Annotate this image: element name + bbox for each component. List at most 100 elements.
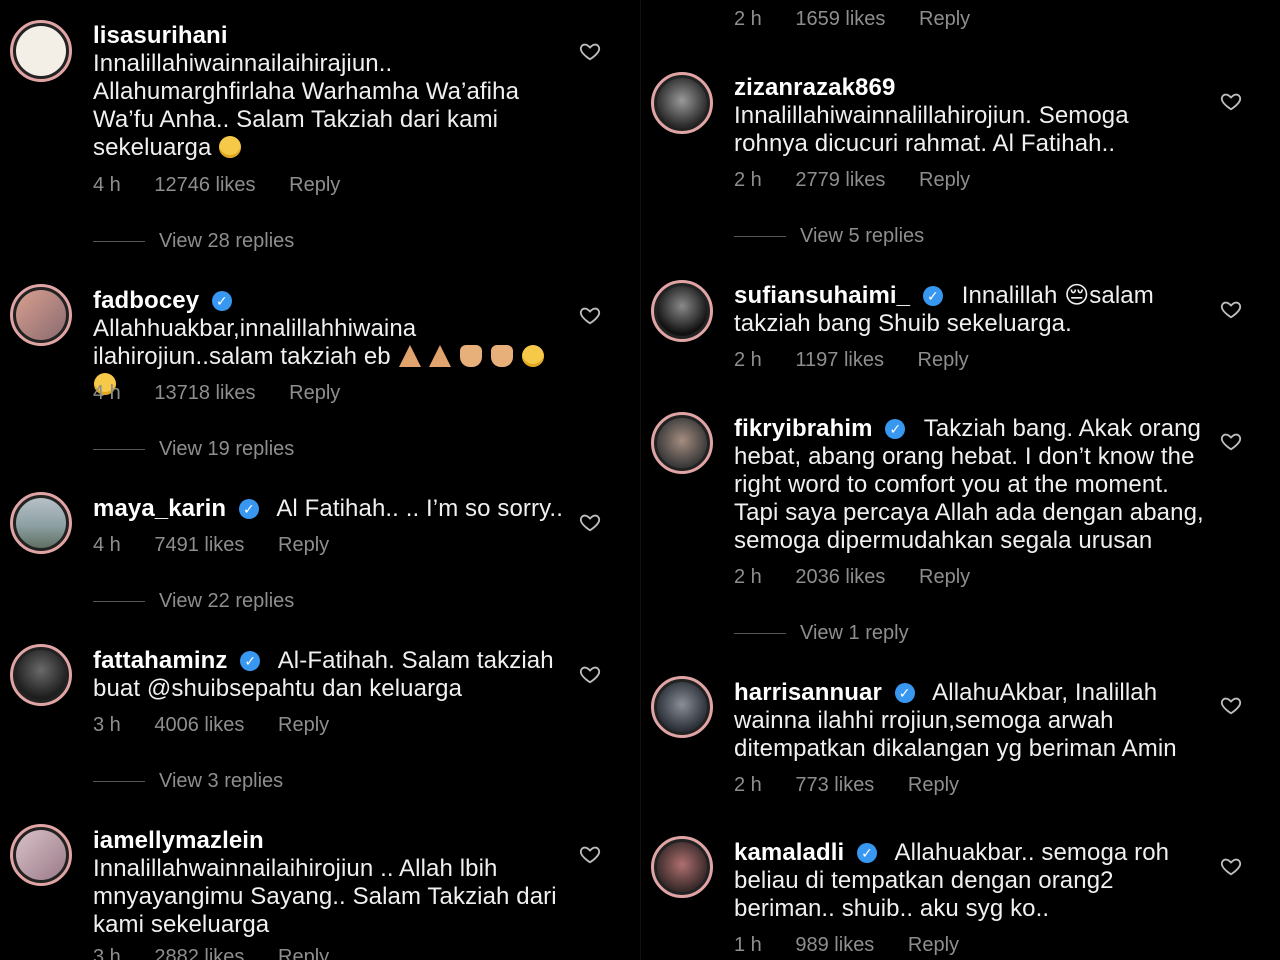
left-comment-column: lisasurihani Innalillahiwainnailaihiraji…: [0, 0, 640, 960]
reply-button[interactable]: Reply: [919, 169, 970, 191]
view-replies-link[interactable]: View 19 replies: [93, 438, 294, 461]
comment-time: 2 h: [734, 774, 762, 796]
heart-outline-icon[interactable]: [1220, 430, 1242, 452]
heart-outline-icon[interactable]: [1220, 298, 1242, 320]
reply-button[interactable]: Reply: [289, 382, 340, 404]
comment-meta: 2 h 773 likes Reply: [734, 774, 987, 797]
heart-outline-icon[interactable]: [579, 304, 601, 326]
comment-time: 4 h: [93, 534, 121, 556]
avatar-iamellymazlein[interactable]: [10, 824, 72, 886]
comment-username[interactable]: lisasurihani: [93, 22, 228, 49]
comment-body: lisasurihani Innalillahiwainnailaihiraji…: [93, 22, 563, 162]
avatar-lisasurihani[interactable]: [10, 20, 72, 82]
comment-meta: 2 h 2779 likes Reply: [734, 169, 998, 192]
avatar-sufiansuhaimi[interactable]: [651, 280, 713, 342]
comment-username[interactable]: kamaladli: [734, 839, 844, 866]
reply-button[interactable]: Reply: [289, 174, 340, 196]
heart-outline-icon[interactable]: [579, 40, 601, 62]
comment-username[interactable]: fikryibrahim: [734, 415, 873, 442]
pleading-face-emoji-icon: [521, 345, 544, 367]
reply-button[interactable]: Reply: [278, 534, 329, 556]
verified-badge-icon: ✓: [211, 291, 232, 311]
comment-body: kamaladli ✓ Allahuakbar.. semoga roh bel…: [734, 839, 1204, 923]
heart-outline-icon[interactable]: [579, 511, 601, 533]
comment-meta: 4 h 13718 likes Reply: [93, 382, 368, 405]
comment-likes[interactable]: 989 likes: [795, 934, 874, 956]
view-replies-label[interactable]: View 22 replies: [159, 590, 294, 612]
verified-badge-icon: ✓: [885, 419, 906, 439]
comment-time: 2 h: [734, 566, 762, 588]
comment-body: maya_karin ✓ Al Fatihah.. .. I’m so sorr…: [93, 495, 563, 523]
heart-outline-icon[interactable]: [1220, 855, 1242, 877]
comment-meta: 2 h 1197 likes Reply: [734, 349, 997, 372]
comment-likes[interactable]: 7491 likes: [154, 534, 244, 556]
avatar-fadbocey[interactable]: [10, 284, 72, 346]
folded-hands-emoji-icon: [398, 345, 421, 367]
right-comment-column: 2 h 1659 likes Reply zizanrazak869 Innal…: [640, 0, 1280, 960]
reply-button[interactable]: Reply: [919, 8, 970, 30]
view-replies-label[interactable]: View 19 replies: [159, 438, 294, 460]
comment-time: 3 h: [93, 946, 121, 960]
avatar-maya-karin[interactable]: [10, 492, 72, 554]
comment-username[interactable]: zizanrazak869: [734, 74, 895, 101]
view-replies-link[interactable]: View 28 replies: [93, 230, 294, 253]
comment-likes[interactable]: 1197 likes: [795, 349, 884, 371]
comment-time: 2 h: [734, 169, 762, 191]
reply-button[interactable]: Reply: [908, 774, 959, 796]
view-replies-link[interactable]: View 3 replies: [93, 770, 283, 793]
comment-username[interactable]: fattahaminz: [93, 647, 227, 674]
view-replies-link[interactable]: View 5 replies: [734, 225, 924, 248]
view-replies-label[interactable]: View 28 replies: [159, 230, 294, 252]
comment-likes[interactable]: 773 likes: [795, 774, 874, 796]
folded-hands-emoji-icon: [429, 345, 452, 367]
avatar-fattahaminz[interactable]: [10, 644, 72, 706]
comment-likes[interactable]: 1659 likes: [795, 8, 885, 30]
view-replies-label[interactable]: View 5 replies: [800, 225, 924, 247]
comment-body: fikryibrahim ✓ Takziah bang. Akak orang …: [734, 415, 1214, 555]
verified-badge-icon: ✓: [922, 286, 943, 306]
replies-divider: [93, 241, 145, 243]
reply-button[interactable]: Reply: [908, 934, 959, 956]
comment-likes[interactable]: 13718 likes: [154, 382, 255, 404]
reply-button[interactable]: Reply: [278, 714, 329, 736]
comment-meta: 2 h 2036 likes Reply: [734, 566, 998, 589]
comment-meta: 3 h 2882 likes Reply: [93, 946, 357, 960]
comment-meta: 4 h 7491 likes Reply: [93, 534, 357, 557]
verified-badge-icon: ✓: [240, 651, 261, 671]
comment-text: Al Fatihah.. .. I’m so sorry..: [276, 495, 563, 522]
heart-outline-icon[interactable]: [579, 663, 601, 685]
reply-button[interactable]: Reply: [919, 566, 970, 588]
view-replies-link[interactable]: View 1 reply: [734, 622, 909, 645]
view-replies-label[interactable]: View 3 replies: [159, 770, 283, 792]
comment-username[interactable]: fadbocey: [93, 287, 199, 314]
comment-username[interactable]: iamellymazlein: [93, 827, 264, 854]
comment-meta: 4 h 12746 likes Reply: [93, 174, 368, 197]
comment-username[interactable]: maya_karin: [93, 495, 226, 522]
heart-outline-icon[interactable]: [1220, 694, 1242, 716]
comment-body: fattahaminz ✓ Al-Fatihah. Salam takziah …: [93, 647, 563, 703]
comment-likes[interactable]: 2882 likes: [154, 946, 244, 960]
replies-divider: [93, 449, 145, 451]
reply-button[interactable]: Reply: [918, 349, 969, 371]
comment-meta: 1 h 989 likes Reply: [734, 934, 987, 957]
view-replies-label[interactable]: View 1 reply: [800, 622, 909, 644]
avatar-kamaladli[interactable]: [651, 836, 713, 898]
avatar-harrisannuar[interactable]: [651, 676, 713, 738]
comment-likes[interactable]: 2779 likes: [795, 169, 885, 191]
comment-username[interactable]: harrisannuar: [734, 679, 882, 706]
comment-text: Innalillahiwainnailaihirajiun.. Allahuma…: [93, 50, 520, 161]
replies-divider: [734, 236, 786, 238]
comment-likes[interactable]: 12746 likes: [154, 174, 255, 196]
comment-likes[interactable]: 2036 likes: [795, 566, 885, 588]
comment-username[interactable]: sufiansuhaimi_: [734, 282, 910, 309]
view-replies-link[interactable]: View 22 replies: [93, 590, 294, 613]
avatar-zizanrazak869[interactable]: [651, 72, 713, 134]
heart-outline-icon[interactable]: [1220, 90, 1242, 112]
heart-outline-icon[interactable]: [579, 843, 601, 865]
comment-text: Innalillahwainnailaihirojiun .. Allah lb…: [93, 855, 557, 938]
avatar-fikryibrahim[interactable]: [651, 412, 713, 474]
replies-divider: [93, 601, 145, 603]
reply-button[interactable]: Reply: [278, 946, 329, 960]
comment-meta: 2 h 1659 likes Reply: [734, 8, 998, 31]
comment-likes[interactable]: 4006 likes: [154, 714, 244, 736]
